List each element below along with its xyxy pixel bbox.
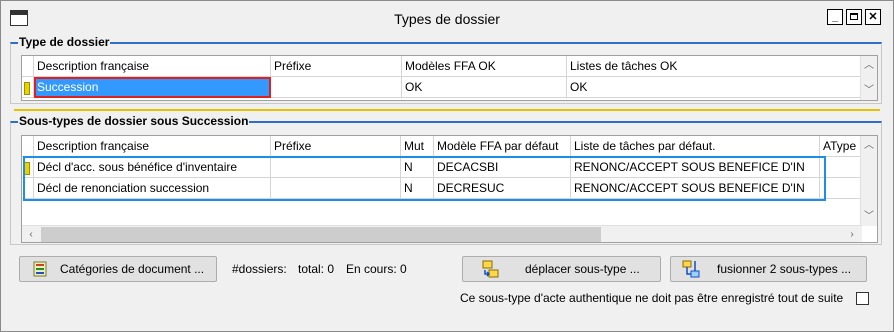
row-indicator-header xyxy=(22,136,34,157)
cell-description-selected[interactable]: Succession xyxy=(34,77,271,98)
scroll-up-icon[interactable]: ︿ xyxy=(861,57,877,74)
hscroll-thumb[interactable] xyxy=(41,227,601,242)
col-atype[interactable]: AType xyxy=(820,136,862,157)
col-prefix[interactable]: Préfixe xyxy=(271,56,402,77)
type-grid-vscroll[interactable]: ︿ ﹀ xyxy=(860,56,877,100)
checkbox-label: Ce sous-type d'acte authentique ne doit … xyxy=(460,291,844,305)
scroll-down-icon[interactable]: ﹀ xyxy=(861,82,877,99)
row-indicator-current xyxy=(22,77,34,98)
table-row[interactable]: Décl de renonciation succession N DECRES… xyxy=(22,178,862,199)
row-indicator-header xyxy=(22,56,34,77)
table-row[interactable]: Décl d'acc. sous bénéfice d'inventaire N… xyxy=(22,157,862,178)
type-group-label: Type de dossier xyxy=(18,35,111,49)
type-grid-header: Description française Préfixe Modèles FF… xyxy=(22,56,862,77)
cell-modele[interactable]: DECACSBI xyxy=(434,157,571,178)
cell-description[interactable]: Décl d'acc. sous bénéfice d'inventaire xyxy=(34,157,271,178)
col-description[interactable]: Description française xyxy=(34,56,271,77)
merge-subtypes-icon xyxy=(682,260,700,278)
merge-subtypes-label: fusionner 2 sous-types ... xyxy=(717,262,852,276)
not-registered-checkbox[interactable] xyxy=(856,292,869,305)
subtype-group-label: Sous-types de dossier sous Succession xyxy=(18,114,250,128)
dossier-types-window: Types de dossier _ ✕ Type de dossier Des… xyxy=(0,0,894,332)
col-prefix[interactable]: Préfixe xyxy=(271,136,401,157)
categories-button-label: Catégories de document ... xyxy=(60,262,205,276)
cell-listes[interactable]: OK xyxy=(567,77,862,98)
dossiers-total: total: 0 xyxy=(298,262,335,276)
move-subtype-label: déplacer sous-type ... xyxy=(525,262,640,276)
move-subtype-icon xyxy=(482,260,499,278)
cell-liste[interactable]: RENONC/ACCEPT SOUS BENEFICE D'IN xyxy=(571,157,820,178)
close-icon[interactable]: ✕ xyxy=(865,9,881,25)
dossiers-label: #dossiers: xyxy=(232,262,287,276)
col-modele-defaut[interactable]: Modèle FFA par défaut xyxy=(434,136,571,157)
cell-atype[interactable] xyxy=(820,178,862,199)
cell-description[interactable]: Décl de renonciation succession xyxy=(34,178,271,199)
window-title: Types de dossier xyxy=(394,11,500,27)
subtype-grid[interactable]: Description française Préfixe Mut Modèle… xyxy=(21,135,878,243)
scroll-up-icon[interactable]: ︿ xyxy=(861,137,877,154)
col-description[interactable]: Description française xyxy=(34,136,271,157)
dossiers-en-cours: En cours: 0 xyxy=(346,262,407,276)
categories-button[interactable]: Catégories de document ... xyxy=(19,256,217,282)
cell-atype[interactable] xyxy=(820,157,862,178)
scroll-right-icon[interactable]: › xyxy=(844,226,860,242)
minimize-icon[interactable]: _ xyxy=(827,9,843,25)
type-group: Type de dossier Description française Pr… xyxy=(10,35,882,104)
separator-line xyxy=(14,109,880,111)
cell-modele[interactable]: DECRESUC xyxy=(434,178,571,199)
subtype-grid-vscroll[interactable]: ︿ ﹀ xyxy=(860,136,877,226)
move-subtype-button[interactable]: déplacer sous-type ... xyxy=(462,256,661,282)
col-mut[interactable]: Mut xyxy=(401,136,434,157)
cell-modeles[interactable]: OK xyxy=(402,77,567,98)
cell-liste[interactable]: RENONC/ACCEPT SOUS BENEFICE D'IN xyxy=(571,178,820,199)
subtype-group: Sous-types de dossier sous Succession De… xyxy=(10,114,882,245)
scroll-down-icon[interactable]: ﹀ xyxy=(861,208,877,225)
scroll-left-icon[interactable]: ‹ xyxy=(23,226,39,242)
table-row[interactable]: Succession OK OK xyxy=(22,77,862,98)
col-modeles-ok[interactable]: Modèles FFA OK xyxy=(402,56,567,77)
cell-mut[interactable]: N xyxy=(401,157,434,178)
maximize-icon[interactable] xyxy=(846,9,862,25)
categories-icon xyxy=(33,261,47,277)
merge-subtypes-button[interactable]: fusionner 2 sous-types ... xyxy=(670,256,867,282)
cell-mut[interactable]: N xyxy=(401,178,434,199)
row-indicator-current xyxy=(22,157,34,178)
subtype-grid-hscroll[interactable]: ‹ › xyxy=(22,225,862,242)
cell-prefix[interactable] xyxy=(271,178,401,199)
col-listes-ok[interactable]: Listes de tâches OK xyxy=(567,56,862,77)
cell-prefix[interactable] xyxy=(271,77,402,98)
subtype-grid-header: Description française Préfixe Mut Modèle… xyxy=(22,136,862,157)
type-grid[interactable]: Description française Préfixe Modèles FF… xyxy=(21,55,878,101)
cell-prefix[interactable] xyxy=(271,157,401,178)
title-bar: Types de dossier _ ✕ xyxy=(1,1,893,34)
col-liste-defaut[interactable]: Liste de tâches par défaut. xyxy=(571,136,820,157)
row-indicator xyxy=(22,178,34,199)
